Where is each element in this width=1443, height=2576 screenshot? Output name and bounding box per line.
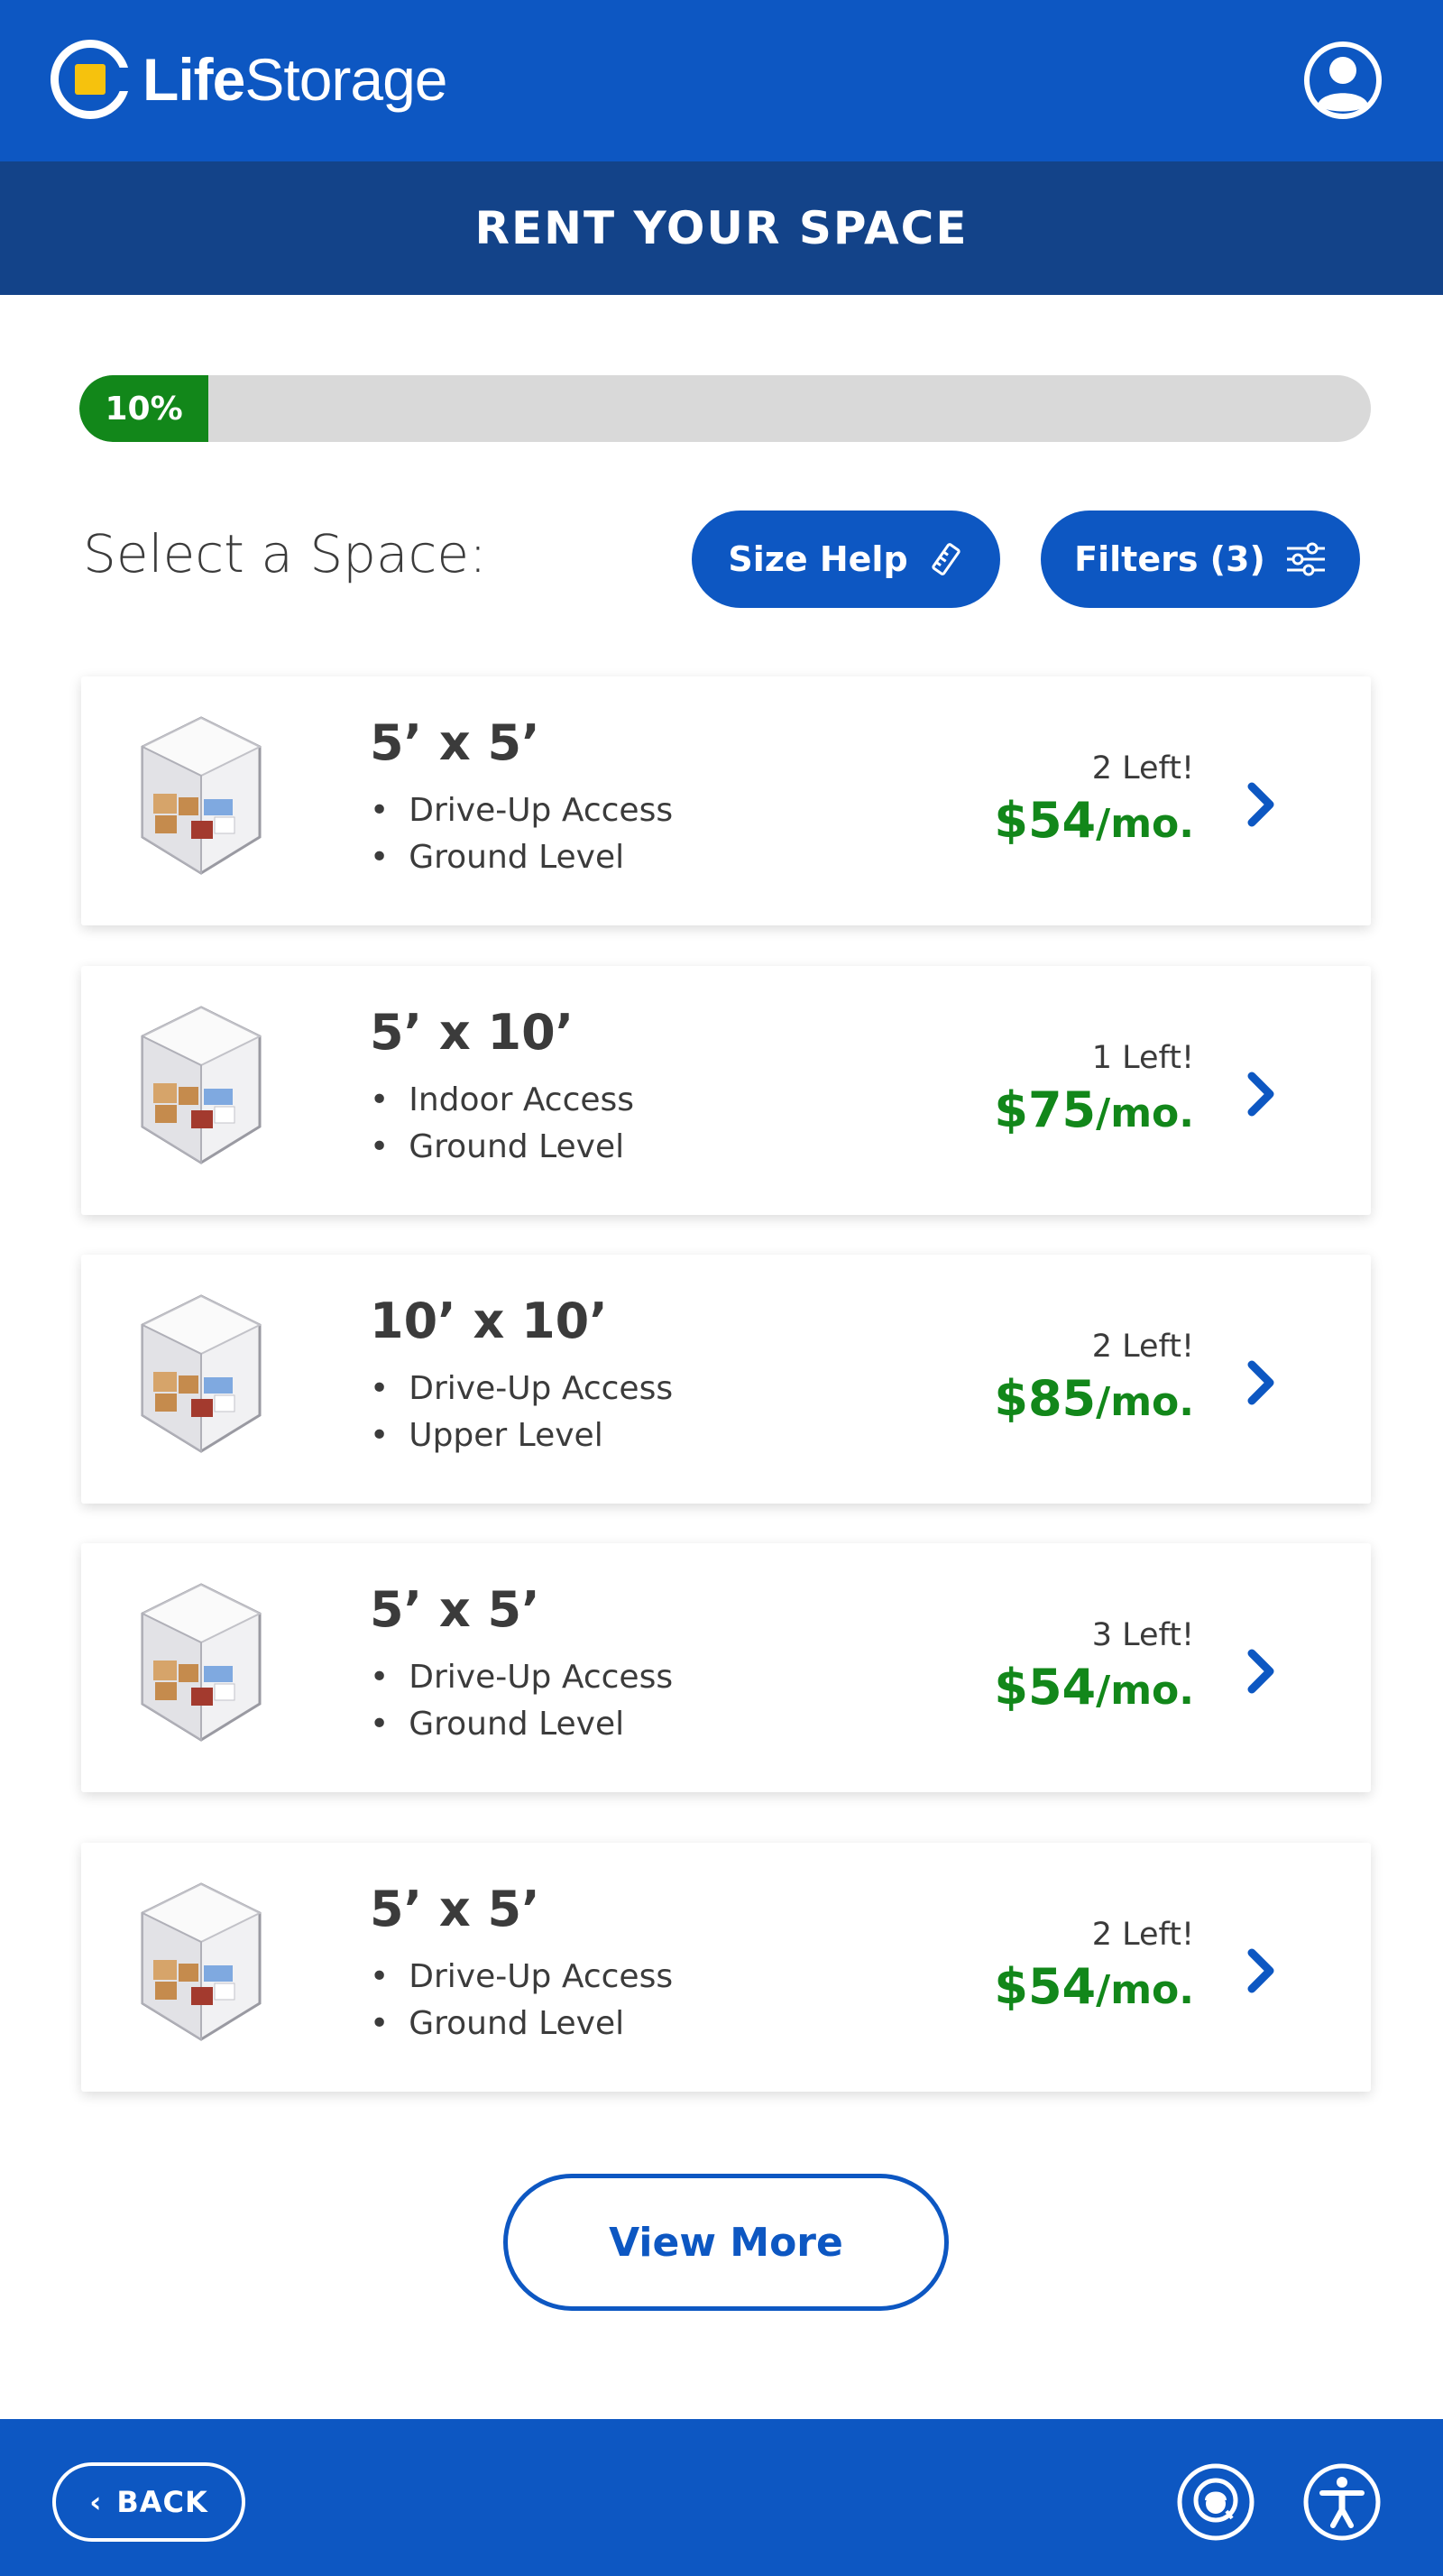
user-circle-icon[interactable] xyxy=(1302,40,1383,121)
progress-fill: 10% xyxy=(79,375,209,442)
unit-dimensions: 10’ x 10’ xyxy=(370,1293,608,1349)
sliders-icon xyxy=(1286,542,1325,576)
chevron-right-icon[interactable] xyxy=(1243,1359,1279,1406)
unit-price: $85/mo. xyxy=(994,1370,1194,1427)
unit-dimensions: 5’ x 5’ xyxy=(370,1881,540,1937)
unit-feature-access: Drive-Up Access xyxy=(370,1958,673,1995)
size-help-label: Size Help xyxy=(728,539,908,579)
storage-unit-icon xyxy=(140,1006,262,1164)
logo-text: LifeStorage xyxy=(142,46,448,113)
chevron-right-icon[interactable] xyxy=(1243,1071,1279,1118)
unit-card-4[interactable]: 5’ x 5’ Drive-Up Access Ground Level 3 L… xyxy=(81,1543,1371,1792)
size-help-button[interactable]: Size Help xyxy=(692,511,1000,608)
logo-mark-icon xyxy=(51,40,133,119)
unit-price: $75/mo. xyxy=(994,1081,1194,1138)
unit-feature-level: Ground Level xyxy=(370,1128,624,1165)
units-left-badge: 2 Left! xyxy=(1091,750,1194,787)
units-left-badge: 3 Left! xyxy=(1091,1617,1194,1653)
chat-support-icon[interactable] xyxy=(1174,2461,1257,2544)
unit-price: $54/mo. xyxy=(994,1958,1194,2015)
title-bar: RENT YOUR SPACE xyxy=(0,161,1443,295)
unit-feature-access: Drive-Up Access xyxy=(370,1370,673,1407)
unit-feature-level: Ground Level xyxy=(370,1706,624,1743)
unit-feature-level: Upper Level xyxy=(370,1417,602,1454)
header: LifeStorage xyxy=(0,0,1443,161)
unit-feature-level: Ground Level xyxy=(370,2005,624,2042)
unit-dimensions: 5’ x 5’ xyxy=(370,1581,540,1638)
chevron-right-icon[interactable] xyxy=(1243,781,1279,828)
storage-unit-icon xyxy=(140,716,262,875)
unit-price: $54/mo. xyxy=(994,1659,1194,1716)
unit-feature-access: Indoor Access xyxy=(370,1081,634,1118)
unit-feature-access: Drive-Up Access xyxy=(370,1659,673,1696)
page-title: RENT YOUR SPACE xyxy=(474,202,969,254)
unit-card-2[interactable]: 5’ x 10’ Indoor Access Ground Level 1 Le… xyxy=(81,966,1371,1215)
chevron-right-icon[interactable] xyxy=(1243,1947,1279,1994)
accessibility-icon[interactable] xyxy=(1301,2461,1383,2544)
chevron-left-icon: ‹ xyxy=(89,2485,103,2519)
unit-price: $54/mo. xyxy=(994,792,1194,849)
view-more-button[interactable]: View More xyxy=(503,2174,949,2311)
progress-label: 10% xyxy=(105,390,183,428)
select-space-label: Select a Space: xyxy=(83,523,487,584)
lifestorage-logo[interactable]: LifeStorage xyxy=(51,40,448,119)
unit-card-1[interactable]: 5’ x 5’ Drive-Up Access Ground Level 2 L… xyxy=(81,676,1371,925)
storage-unit-icon xyxy=(140,1583,262,1742)
units-left-badge: 2 Left! xyxy=(1091,1329,1194,1365)
storage-unit-icon xyxy=(140,1294,262,1453)
unit-feature-level: Ground Level xyxy=(370,839,624,876)
filters-label: Filters (3) xyxy=(1074,539,1265,579)
storage-unit-icon xyxy=(140,1882,262,2041)
chevron-right-icon[interactable] xyxy=(1243,1648,1279,1695)
footer: ‹ BACK xyxy=(0,2419,1443,2576)
units-left-badge: 2 Left! xyxy=(1091,1917,1194,1953)
filters-button[interactable]: Filters (3) xyxy=(1041,511,1360,608)
ruler-icon xyxy=(932,543,960,575)
back-label: BACK xyxy=(116,2485,208,2519)
unit-card-5[interactable]: 5’ x 5’ Drive-Up Access Ground Level 2 L… xyxy=(81,1843,1371,2092)
unit-dimensions: 5’ x 5’ xyxy=(370,714,540,771)
back-button[interactable]: ‹ BACK xyxy=(52,2462,245,2542)
unit-card-3[interactable]: 10’ x 10’ Drive-Up Access Upper Level 2 … xyxy=(81,1255,1371,1504)
units-left-badge: 1 Left! xyxy=(1091,1040,1194,1076)
progress-bar: 10% xyxy=(79,375,1371,442)
unit-feature-access: Drive-Up Access xyxy=(370,792,673,829)
unit-dimensions: 5’ x 10’ xyxy=(370,1004,574,1061)
